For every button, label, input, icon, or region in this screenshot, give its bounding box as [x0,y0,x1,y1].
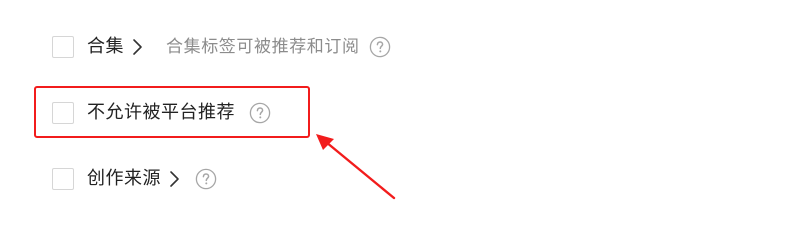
annotation-arrow-icon [316,134,396,200]
collection-checkbox[interactable] [52,36,74,58]
content-settings-panel: 合集 合集标签可被推荐和订阅 不允许被平台推荐 创作来源 [0,0,803,240]
creation-source-checkbox[interactable] [52,168,74,190]
option-row-creation-source: 创作来源 [52,166,217,192]
question-circle-icon[interactable] [195,168,217,190]
creation-source-label[interactable]: 创作来源 [87,166,161,192]
annotation-highlight-box [34,86,310,138]
question-circle-icon[interactable] [369,36,391,58]
chevron-right-icon[interactable] [169,169,181,189]
chevron-right-icon[interactable] [132,37,144,57]
option-row-collection: 合集 合集标签可被推荐和订阅 [52,34,391,60]
collection-description: 合集标签可被推荐和订阅 [166,37,360,57]
collection-label[interactable]: 合集 [87,34,124,60]
